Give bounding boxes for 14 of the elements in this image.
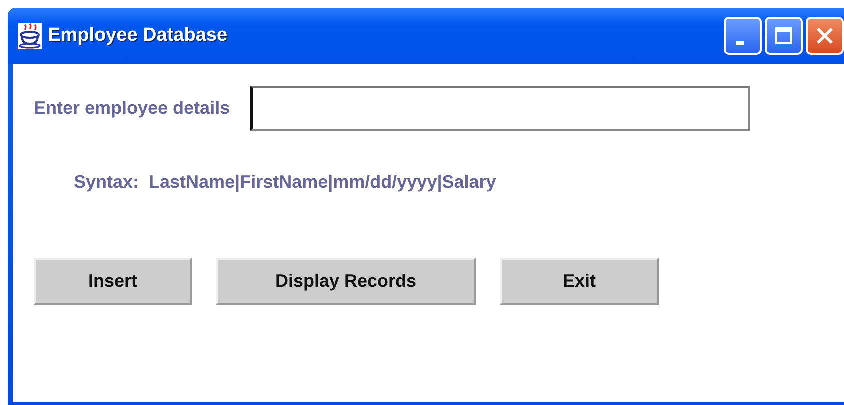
- close-button[interactable]: [806, 17, 844, 55]
- maximize-button[interactable]: [765, 17, 803, 55]
- field-label: Enter employee details: [34, 98, 230, 119]
- minimize-button[interactable]: [724, 17, 762, 55]
- window-title: Employee Database: [48, 25, 228, 47]
- syntax-hint: Syntax: LastName|FirstName|mm/dd/yyyy|Salary: [74, 172, 498, 193]
- close-icon: [816, 27, 834, 45]
- maximize-icon: [775, 27, 793, 45]
- action-button[interactable]: Exit: [500, 258, 659, 305]
- coffee-cup-icon: [18, 23, 42, 49]
- action-button[interactable]: Insert: [34, 258, 192, 305]
- input-field[interactable]: [250, 86, 750, 131]
- action-button[interactable]: Display Records: [216, 258, 476, 305]
- minimize-icon: [736, 41, 744, 45]
